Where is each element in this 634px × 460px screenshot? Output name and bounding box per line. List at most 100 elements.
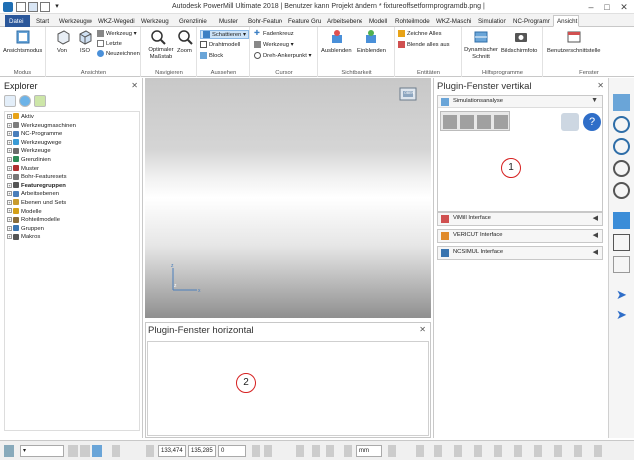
tab-arbeitsebene[interactable]: Arbeitsebene xyxy=(323,15,363,27)
graphics-viewport[interactable]: OBEN z x z xyxy=(145,78,431,318)
benutzerschnittstelle-button[interactable]: Benutzerschnittstelle xyxy=(547,48,601,54)
explorer-item[interactable]: + Modelle xyxy=(7,207,137,217)
explorer-item[interactable]: + Arbeitsebenen xyxy=(7,190,137,199)
ncsimul-panel[interactable]: NCSIMUL Interface ◀ xyxy=(437,246,603,260)
tab-wkz-maschin[interactable]: WKZ-Maschin xyxy=(432,15,472,27)
werkzeug-view-button[interactable]: Werkzeug ▾ xyxy=(97,30,137,37)
explorer-item[interactable]: + NC-Programme xyxy=(7,130,137,139)
tab-wkz-wegedit[interactable]: WKZ-Wegedit xyxy=(94,15,136,27)
expand-toggle-icon[interactable]: + xyxy=(7,122,12,128)
status-icon-11[interactable] xyxy=(474,445,482,457)
explorer-item[interactable]: + Bohr-Featuresets xyxy=(7,173,137,182)
zoom-window-icon[interactable] xyxy=(613,160,630,177)
fadenkreuz-button[interactable]: ✚ Fadenkreuz xyxy=(254,30,294,37)
snap-icon[interactable] xyxy=(146,445,154,457)
cube-iso-icon[interactable] xyxy=(77,29,93,45)
tree-view-icon[interactable] xyxy=(4,95,16,107)
explorer-item[interactable]: + Werkzeuge xyxy=(7,147,137,156)
explorer-item[interactable]: + Gruppen xyxy=(7,225,137,234)
expand-icon[interactable]: ◀ xyxy=(593,214,598,222)
hplugin-close-icon[interactable]: ✕ xyxy=(419,325,426,334)
vericut-panel[interactable]: VERICUT Interface ◀ xyxy=(437,229,603,243)
zoom-previous-icon[interactable] xyxy=(613,182,630,199)
globe-icon[interactable] xyxy=(19,95,31,107)
schattieren-button[interactable]: Schattieren ▾ xyxy=(200,30,249,40)
vimill-panel[interactable]: ViMill Interface ◀ xyxy=(437,212,603,226)
rewind-icon[interactable] xyxy=(443,115,457,129)
status-icon-13[interactable] xyxy=(514,445,522,457)
tab-feature-gruppe[interactable]: Feature Grupp xyxy=(284,15,322,27)
tab-simulation[interactable]: Simulation xyxy=(474,15,507,27)
show-icon[interactable] xyxy=(363,29,379,45)
explorer-item[interactable]: + Aktiv xyxy=(7,113,137,122)
explorer-item[interactable]: + Werkzeugwege xyxy=(7,139,137,148)
tab-werkzeugweg[interactable]: Werkzeugweg xyxy=(55,15,93,27)
expand-toggle-icon[interactable]: + xyxy=(7,234,12,240)
unit-field[interactable]: mm xyxy=(356,445,382,457)
expand-toggle-icon[interactable]: + xyxy=(7,139,12,145)
tab-nc-programme[interactable]: NC-Programme xyxy=(509,15,551,27)
toggle-icon-1[interactable] xyxy=(68,445,78,457)
werkzeug-cursor-button[interactable]: Werkzeug ▾ xyxy=(254,41,294,48)
check-icon[interactable] xyxy=(40,2,50,12)
expand-toggle-icon[interactable]: + xyxy=(7,191,12,197)
expand-toggle-icon[interactable]: + xyxy=(7,182,12,188)
von-button[interactable]: Von xyxy=(57,48,67,54)
expand-toggle-icon[interactable]: + xyxy=(7,131,12,137)
explorer-close-icon[interactable]: ✕ xyxy=(131,81,138,90)
view-mode-icon[interactable] xyxy=(15,29,31,45)
zoom-in-icon[interactable] xyxy=(613,116,630,133)
expand-toggle-icon[interactable]: + xyxy=(7,113,12,119)
workplane-select[interactable]: ▾ xyxy=(20,445,64,457)
cube-von-icon[interactable] xyxy=(55,29,71,45)
tab-grenzlinie[interactable]: Grenzlinie xyxy=(175,15,213,27)
open-icon[interactable] xyxy=(16,2,26,12)
status-icon-1[interactable] xyxy=(252,445,260,457)
zeichne-alles-button[interactable]: Zeichne Alles xyxy=(398,30,441,37)
explorer-item[interactable]: + Ebenen und Sets xyxy=(7,199,137,208)
filter-icon[interactable] xyxy=(34,95,46,107)
status-icon-3[interactable] xyxy=(296,445,304,457)
tab-modell[interactable]: Modell xyxy=(365,15,389,27)
neuzeichnen-button[interactable]: Neuzeichnen xyxy=(97,50,140,57)
tab-muster[interactable]: Muster xyxy=(215,15,243,27)
play-icon[interactable] xyxy=(460,115,474,129)
expand-toggle-icon[interactable]: + xyxy=(7,225,12,231)
status-icon-4[interactable] xyxy=(312,445,320,457)
blende-alles-aus-button[interactable]: Blende alles aus xyxy=(398,41,450,48)
status-icon-9[interactable] xyxy=(434,445,442,457)
tab-datei[interactable]: Datei xyxy=(5,15,30,27)
status-icon-14[interactable] xyxy=(534,445,542,457)
view-fit-icon[interactable] xyxy=(613,94,630,111)
explorer-item[interactable]: + Muster xyxy=(7,165,137,174)
maximize-icon[interactable]: □ xyxy=(600,1,614,13)
coord-x-field[interactable]: 133,474 xyxy=(158,445,186,457)
status-icon-6[interactable] xyxy=(344,445,352,457)
expand-toggle-icon[interactable]: + xyxy=(7,174,12,180)
explorer-item[interactable]: + Makros xyxy=(7,233,137,242)
tab-werkzeug[interactable]: Werkzeug xyxy=(137,15,173,27)
ausblenden-button[interactable]: Ausblenden xyxy=(321,48,352,54)
dynamic-section-icon[interactable] xyxy=(473,29,489,45)
qat-dropdown-icon[interactable]: ▾ xyxy=(52,2,62,12)
status-icon-10[interactable] xyxy=(454,445,462,457)
grid-icon[interactable] xyxy=(112,445,120,457)
block-button[interactable]: Block xyxy=(200,52,223,59)
coord-z-field[interactable]: 0 xyxy=(218,445,246,457)
status-icon-2[interactable] xyxy=(264,445,272,457)
zoom-out-icon[interactable] xyxy=(613,138,630,155)
dreh-ankerpunkt-button[interactable]: Dreh-Ankerpunkt ▾ xyxy=(254,52,311,59)
letzte-button[interactable]: Letzte xyxy=(97,40,122,47)
zoom-icon[interactable] xyxy=(177,29,193,45)
expand-toggle-icon[interactable]: + xyxy=(7,148,12,154)
select-arrow-icon[interactable]: ➤ xyxy=(613,286,630,303)
minimize-icon[interactable]: – xyxy=(584,1,598,13)
explorer-item[interactable]: + Rohteilmodelle xyxy=(7,216,137,225)
tab-ansicht[interactable]: Ansicht xyxy=(553,15,579,27)
save-icon[interactable] xyxy=(28,2,38,12)
tab-start[interactable]: Start xyxy=(32,15,54,27)
expand-toggle-icon[interactable]: + xyxy=(7,217,12,223)
close-icon[interactable]: ✕ xyxy=(617,1,631,13)
status-icon-7[interactable] xyxy=(388,445,396,457)
screenshot-icon[interactable] xyxy=(513,29,529,45)
